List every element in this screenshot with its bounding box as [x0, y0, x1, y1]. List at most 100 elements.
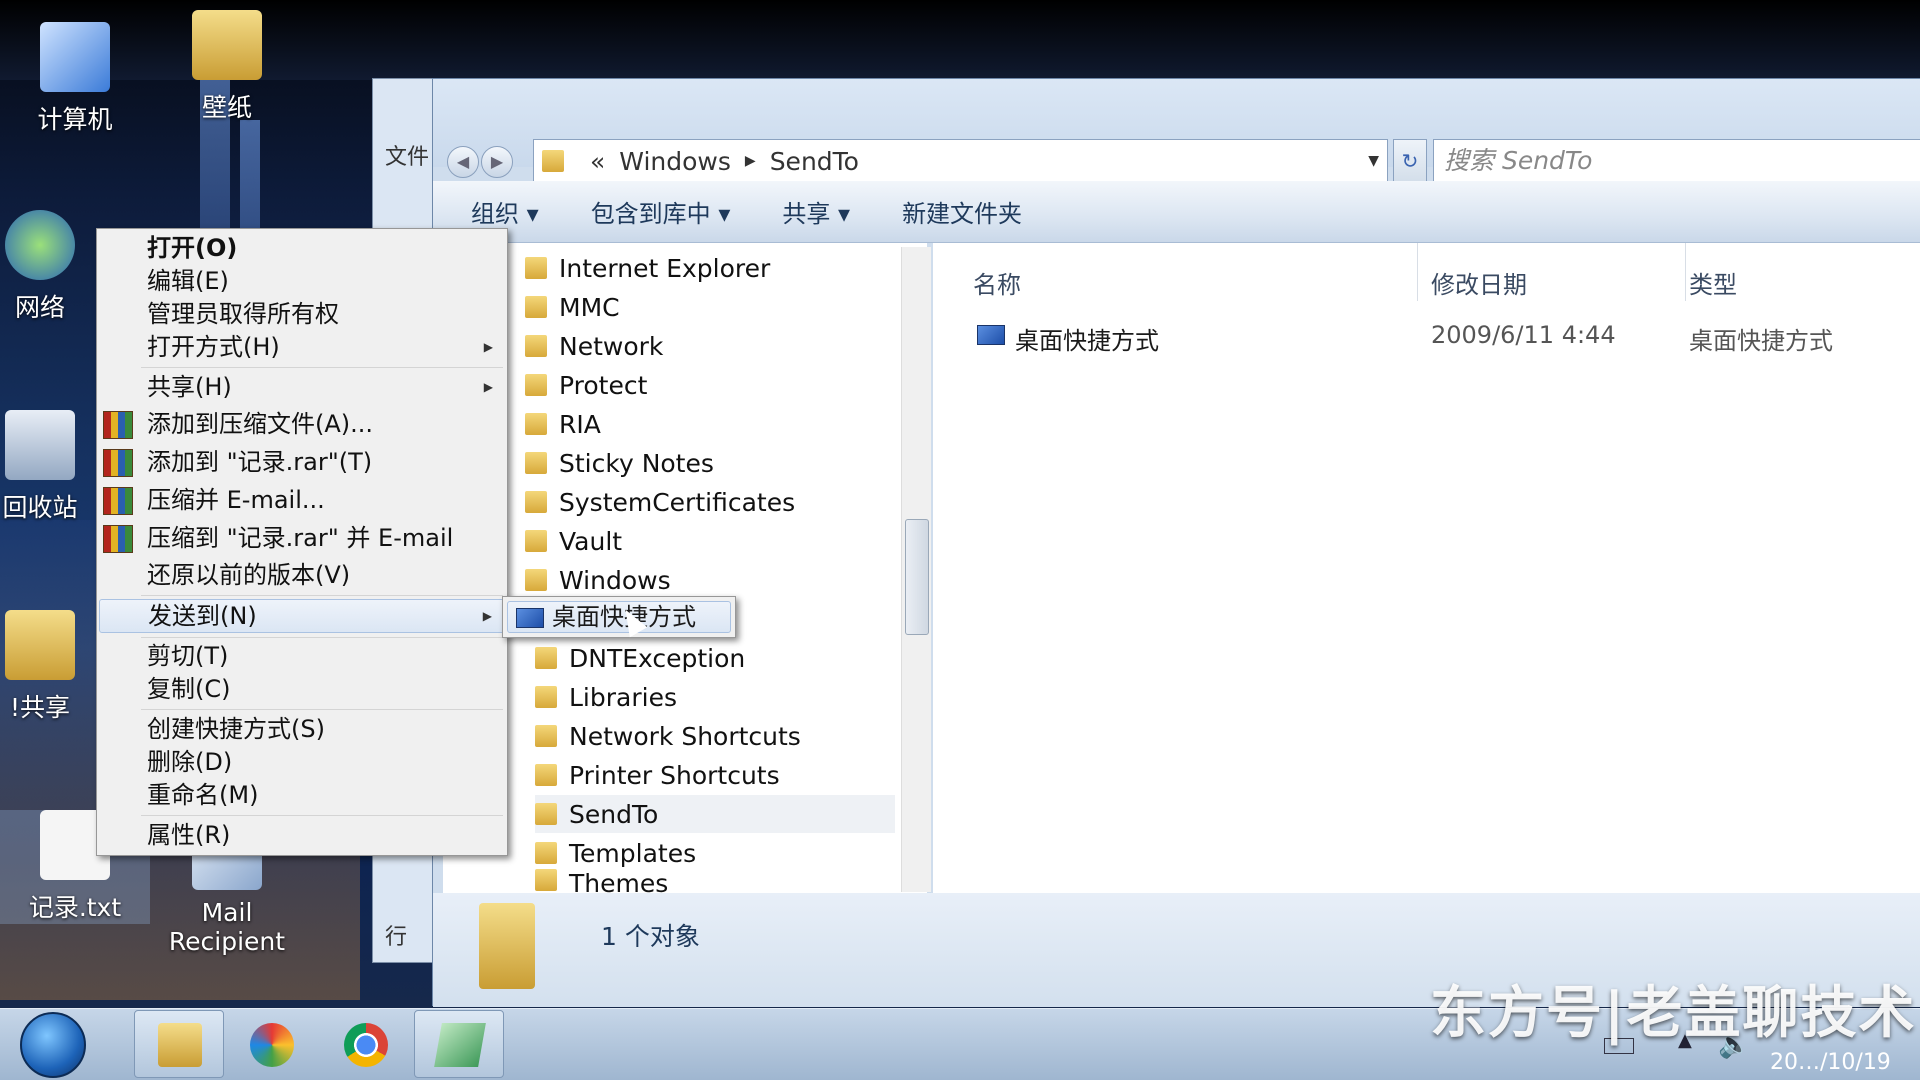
desktop-icon-wallpaper[interactable]: 壁纸: [152, 10, 302, 124]
breadcrumb-arrow-icon[interactable]: ▶: [745, 153, 756, 169]
desktop-shortcut-icon: [977, 325, 1005, 345]
tree-item[interactable]: RIA: [525, 405, 601, 443]
menu-separator: [141, 637, 503, 638]
desktop-icon-computer[interactable]: 计算机: [0, 22, 150, 136]
submenu-arrow-icon: ▶: [483, 380, 493, 394]
column-name[interactable]: 名称: [973, 265, 1021, 300]
folder-icon: [535, 686, 557, 708]
folder-icon: [158, 1023, 202, 1067]
menu-add-to-archive[interactable]: 添加到压缩文件(A)...: [99, 409, 505, 439]
notepad-icon: [434, 1023, 486, 1067]
bgwin-status-text: 行: [385, 925, 408, 950]
tree-item[interactable]: Printer Shortcuts: [535, 756, 780, 794]
column-date[interactable]: 修改日期: [1431, 265, 1527, 300]
menu-edit[interactable]: 编辑(E): [99, 266, 505, 296]
menu-open-with[interactable]: 打开方式(H) ▶: [99, 332, 505, 362]
chrome-icon: [344, 1023, 388, 1067]
menu-rename[interactable]: 重命名(M): [99, 780, 505, 810]
tree-item[interactable]: Network Shortcuts: [535, 717, 801, 755]
tree-item[interactable]: Protect: [525, 366, 647, 404]
menu-compress-email[interactable]: 压缩并 E-mail...: [99, 485, 505, 515]
tree-item[interactable]: Network: [525, 327, 663, 365]
tree-item-selected[interactable]: SendTo: [535, 795, 895, 833]
menu-create-shortcut[interactable]: 创建快捷方式(S): [99, 714, 505, 744]
menu-open[interactable]: 打开(O): [99, 233, 505, 263]
browser-icon: [250, 1023, 294, 1067]
menu-send-to[interactable]: 发送到(N) ▶: [99, 599, 505, 633]
breadcrumb-windows[interactable]: Windows: [619, 147, 731, 176]
tree-item[interactable]: Vault: [525, 522, 622, 560]
folder-large-icon: [479, 903, 535, 989]
menu-compress-rar-email[interactable]: 压缩到 "记录.rar" 并 E-mail: [99, 523, 505, 553]
share-folder-icon: [5, 610, 75, 680]
tree-item[interactable]: MMC: [525, 288, 620, 326]
column-divider[interactable]: [1417, 243, 1418, 301]
breadcrumb-sendto[interactable]: SendTo: [770, 147, 859, 176]
status-text: 1 个对象: [601, 922, 700, 951]
taskbar-notepad-button[interactable]: [414, 1010, 504, 1078]
file-row[interactable]: 桌面快捷方式 2009/6/11 4:44 桌面快捷方式: [973, 315, 1920, 355]
menu-properties[interactable]: 属性(R): [99, 820, 505, 850]
recycle-bin-icon: [5, 410, 75, 480]
explorer-window[interactable]: ◀ ▶ « Windows ▶ SendTo ▼ ↻ 搜索 SendTo 组织 ▾…: [432, 78, 1920, 1007]
menu-restore-previous[interactable]: 还原以前的版本(V): [99, 560, 505, 590]
folder-icon: [535, 842, 557, 864]
folder-icon: [535, 647, 557, 669]
tree-item[interactable]: SystemCertificates: [525, 483, 795, 521]
tree-scroll-thumb[interactable]: [905, 519, 929, 635]
tree-item[interactable]: Templates: [535, 834, 696, 872]
tree-item[interactable]: Themes: [535, 869, 668, 893]
menu-share[interactable]: 共享(H) ▶: [99, 372, 505, 402]
menu-add-to-rar[interactable]: 添加到 "记录.rar"(T): [99, 447, 505, 477]
forward-button[interactable]: ▶: [481, 146, 513, 178]
refresh-button[interactable]: ↻: [1393, 139, 1427, 183]
folder-icon: [525, 335, 547, 357]
taskbar-explorer-button[interactable]: [134, 1010, 224, 1078]
menu-separator: [141, 815, 503, 816]
bgwin-menu-file: 文件: [385, 145, 430, 170]
column-divider[interactable]: [1685, 243, 1686, 301]
desktop-shortcut-icon: [516, 608, 544, 628]
clock[interactable]: 20…/10/19: [1770, 1050, 1891, 1075]
nav-buttons: ◀ ▶: [447, 145, 527, 179]
tree-item[interactable]: Windows: [525, 561, 671, 599]
taskbar-chrome-button[interactable]: [320, 1010, 410, 1078]
address-bar[interactable]: « Windows ▶ SendTo ▼: [533, 139, 1388, 183]
menu-copy[interactable]: 复制(C): [99, 674, 505, 704]
folder-icon: [535, 764, 557, 786]
menu-take-ownership[interactable]: 管理员取得所有权: [99, 299, 505, 329]
folder-icon: [525, 257, 547, 279]
winrar-icon: [103, 525, 133, 553]
folder-icon: [525, 452, 547, 474]
start-button[interactable]: [20, 1012, 86, 1078]
search-input[interactable]: 搜索 SendTo: [1433, 139, 1920, 183]
desktop-icon-network[interactable]: 网络: [0, 210, 100, 324]
tree-item[interactable]: Libraries: [535, 678, 677, 716]
breadcrumb-overflow[interactable]: «: [590, 147, 605, 176]
wallpaper-folder-icon: [192, 10, 262, 80]
folder-icon: [535, 803, 557, 825]
menu-delete[interactable]: 删除(D): [99, 747, 505, 777]
back-button[interactable]: ◀: [447, 146, 479, 178]
folder-icon: [535, 869, 557, 891]
folder-icon: [542, 150, 564, 172]
menu-separator: [141, 595, 503, 596]
taskbar-360-browser-button[interactable]: [226, 1010, 316, 1078]
desktop-icon-recycle-bin[interactable]: 回收站: [0, 410, 100, 524]
share-button[interactable]: 共享 ▾: [782, 194, 850, 229]
new-folder-button[interactable]: 新建文件夹: [902, 194, 1022, 229]
folder-icon: [525, 413, 547, 435]
folder-icon: [525, 296, 547, 318]
column-type[interactable]: 类型: [1689, 265, 1737, 300]
desktop-icon-share[interactable]: !共享: [0, 610, 100, 724]
tree-item[interactable]: DNTException: [535, 639, 745, 677]
include-in-library-button[interactable]: 包含到库中 ▾: [591, 194, 731, 229]
context-menu: 打开(O) 编辑(E) 管理员取得所有权 打开方式(H) ▶ 共享(H) ▶ 添加到…: [96, 228, 508, 856]
tree-item[interactable]: Internet Explorer: [525, 249, 770, 287]
menu-cut[interactable]: 剪切(T): [99, 641, 505, 671]
tree-item[interactable]: Sticky Notes: [525, 444, 714, 482]
folder-icon: [535, 725, 557, 747]
chevron-down-icon[interactable]: ▼: [1368, 153, 1379, 169]
organize-button[interactable]: 组织 ▾: [471, 194, 539, 229]
winrar-icon: [103, 449, 133, 477]
